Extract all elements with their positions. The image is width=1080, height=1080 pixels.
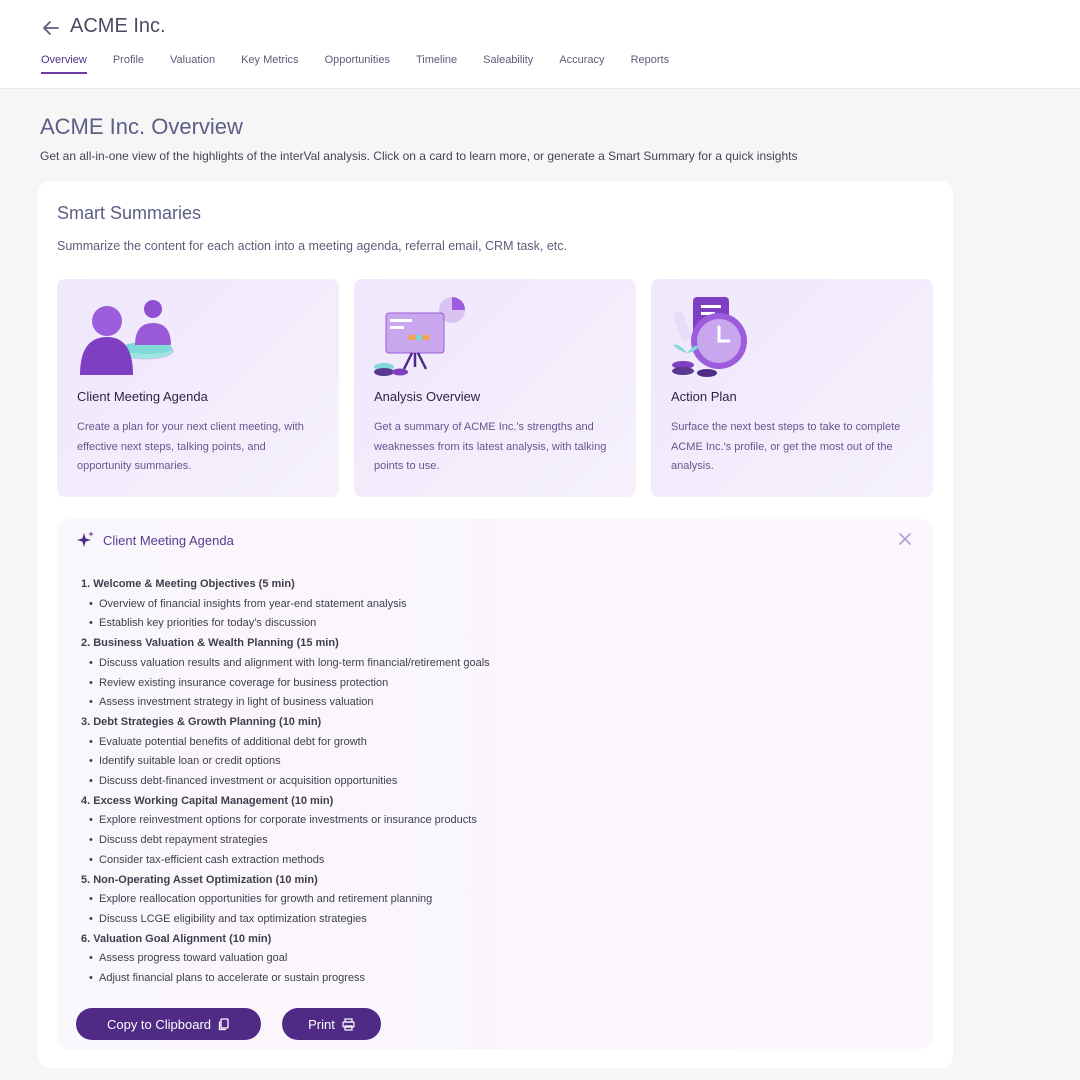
sparkle-icon bbox=[77, 531, 94, 547]
agenda-item: Overview of financial insights from year… bbox=[81, 595, 490, 615]
agenda-item: Discuss LCGE eligibility and tax optimiz… bbox=[81, 910, 490, 930]
meeting-people-icon bbox=[80, 300, 174, 375]
agenda-section-heading: 2. Business Valuation & Wealth Planning … bbox=[81, 637, 339, 650]
agenda-item: Evaluate potential benefits of additiona… bbox=[81, 733, 490, 753]
card-title: Client Meeting Agenda bbox=[77, 389, 208, 404]
agenda-item: Explore reinvestment options for corpora… bbox=[81, 811, 490, 831]
card-title: Action Plan bbox=[671, 389, 737, 404]
agenda-section-heading: 4. Excess Working Capital Management (10… bbox=[81, 794, 334, 807]
close-icon[interactable] bbox=[897, 531, 913, 547]
agenda-item: Explore reallocation opportunities for g… bbox=[81, 890, 490, 910]
agenda-header: Client Meeting Agenda bbox=[77, 531, 234, 549]
agenda-item: Establish key priorities for today's dis… bbox=[81, 614, 490, 634]
tab-profile[interactable]: Profile bbox=[113, 54, 144, 74]
page-title: ACME Inc. Overview bbox=[40, 114, 243, 139]
agenda-section-heading: 6. Valuation Goal Alignment (10 min) bbox=[81, 932, 272, 945]
tab-opportunities[interactable]: Opportunities bbox=[325, 54, 390, 74]
analysis-overview-card[interactable]: Analysis Overview Get a summary of ACME … bbox=[354, 279, 636, 497]
tab-reports[interactable]: Reports bbox=[631, 54, 670, 74]
card-description: Create a plan for your next client meeti… bbox=[77, 421, 304, 472]
agenda-item: Discuss valuation results and alignment … bbox=[81, 654, 490, 674]
card-title: Analysis Overview bbox=[374, 389, 481, 404]
agenda-panel: Client Meeting Agenda 1. Welcome & Meeti… bbox=[57, 519, 933, 1049]
agenda-item: Review existing insurance coverage for b… bbox=[81, 674, 490, 694]
card-description: Get a summary of ACME Inc.'s strengths a… bbox=[374, 421, 607, 472]
agenda-title: Client Meeting Agenda bbox=[103, 532, 234, 548]
back-arrow-icon[interactable] bbox=[40, 17, 62, 39]
smart-summaries-title: Smart Summaries bbox=[57, 203, 202, 223]
card-description: Surface the next best steps to take to c… bbox=[671, 421, 901, 472]
agenda-section-heading: 1. Welcome & Meeting Objectives (5 min) bbox=[81, 578, 295, 590]
copy-to-clipboard-button[interactable]: Copy to Clipboard bbox=[76, 1008, 261, 1040]
agenda-item: Identify suitable loan or credit options bbox=[81, 752, 490, 772]
agenda-item: Discuss debt-financed investment or acqu… bbox=[81, 772, 490, 792]
action-plan-card[interactable]: Action Plan Surface the next best steps … bbox=[651, 279, 933, 497]
agenda-item: Assess progress toward valuation goal bbox=[81, 949, 490, 969]
top-bar: ACME Inc. Overview Profile Valuation Key… bbox=[0, 0, 1080, 89]
tab-valuation[interactable]: Valuation bbox=[170, 54, 215, 74]
copy-button-label: Copy to Clipboard bbox=[106, 1016, 212, 1032]
tab-accuracy[interactable]: Accuracy bbox=[559, 54, 604, 74]
print-button[interactable]: Print bbox=[282, 1008, 381, 1040]
company-name: ACME Inc. bbox=[70, 15, 166, 37]
analysis-board-icon bbox=[374, 297, 465, 376]
agenda-section-heading: 3. Debt Strategies & Growth Planning (10… bbox=[81, 715, 322, 728]
agenda-list: 1. Welcome & Meeting Objectives (5 min) … bbox=[81, 575, 490, 989]
agenda-item: Adjust financial plans to accelerate or … bbox=[81, 969, 490, 989]
client-meeting-agenda-card[interactable]: Client Meeting Agenda Create a plan for … bbox=[57, 279, 339, 497]
agenda-item: Assess investment strategy in light of b… bbox=[81, 693, 490, 713]
agenda-item: Consider tax-efficient cash extraction m… bbox=[81, 851, 490, 871]
agenda-section-heading: 5. Non-Operating Asset Optimization (10 … bbox=[81, 873, 318, 886]
printer-icon bbox=[342, 1017, 355, 1031]
tab-key-metrics[interactable]: Key Metrics bbox=[241, 54, 298, 74]
print-button-label: Print bbox=[308, 1016, 335, 1032]
tab-saleability[interactable]: Saleability bbox=[483, 54, 533, 74]
smart-summaries-panel: Smart Summaries Summarize the content fo… bbox=[38, 181, 953, 1068]
page-subtitle: Get an all-in-one view of the highlights… bbox=[40, 149, 798, 163]
action-plan-clock-icon bbox=[672, 297, 747, 377]
tab-overview[interactable]: Overview bbox=[41, 54, 87, 74]
smart-summaries-subtitle: Summarize the content for each action in… bbox=[57, 239, 567, 253]
tab-bar: Overview Profile Valuation Key Metrics O… bbox=[41, 54, 695, 74]
copy-icon bbox=[218, 1017, 229, 1030]
agenda-item: Discuss debt repayment strategies bbox=[81, 831, 490, 851]
tab-timeline[interactable]: Timeline bbox=[416, 54, 457, 74]
